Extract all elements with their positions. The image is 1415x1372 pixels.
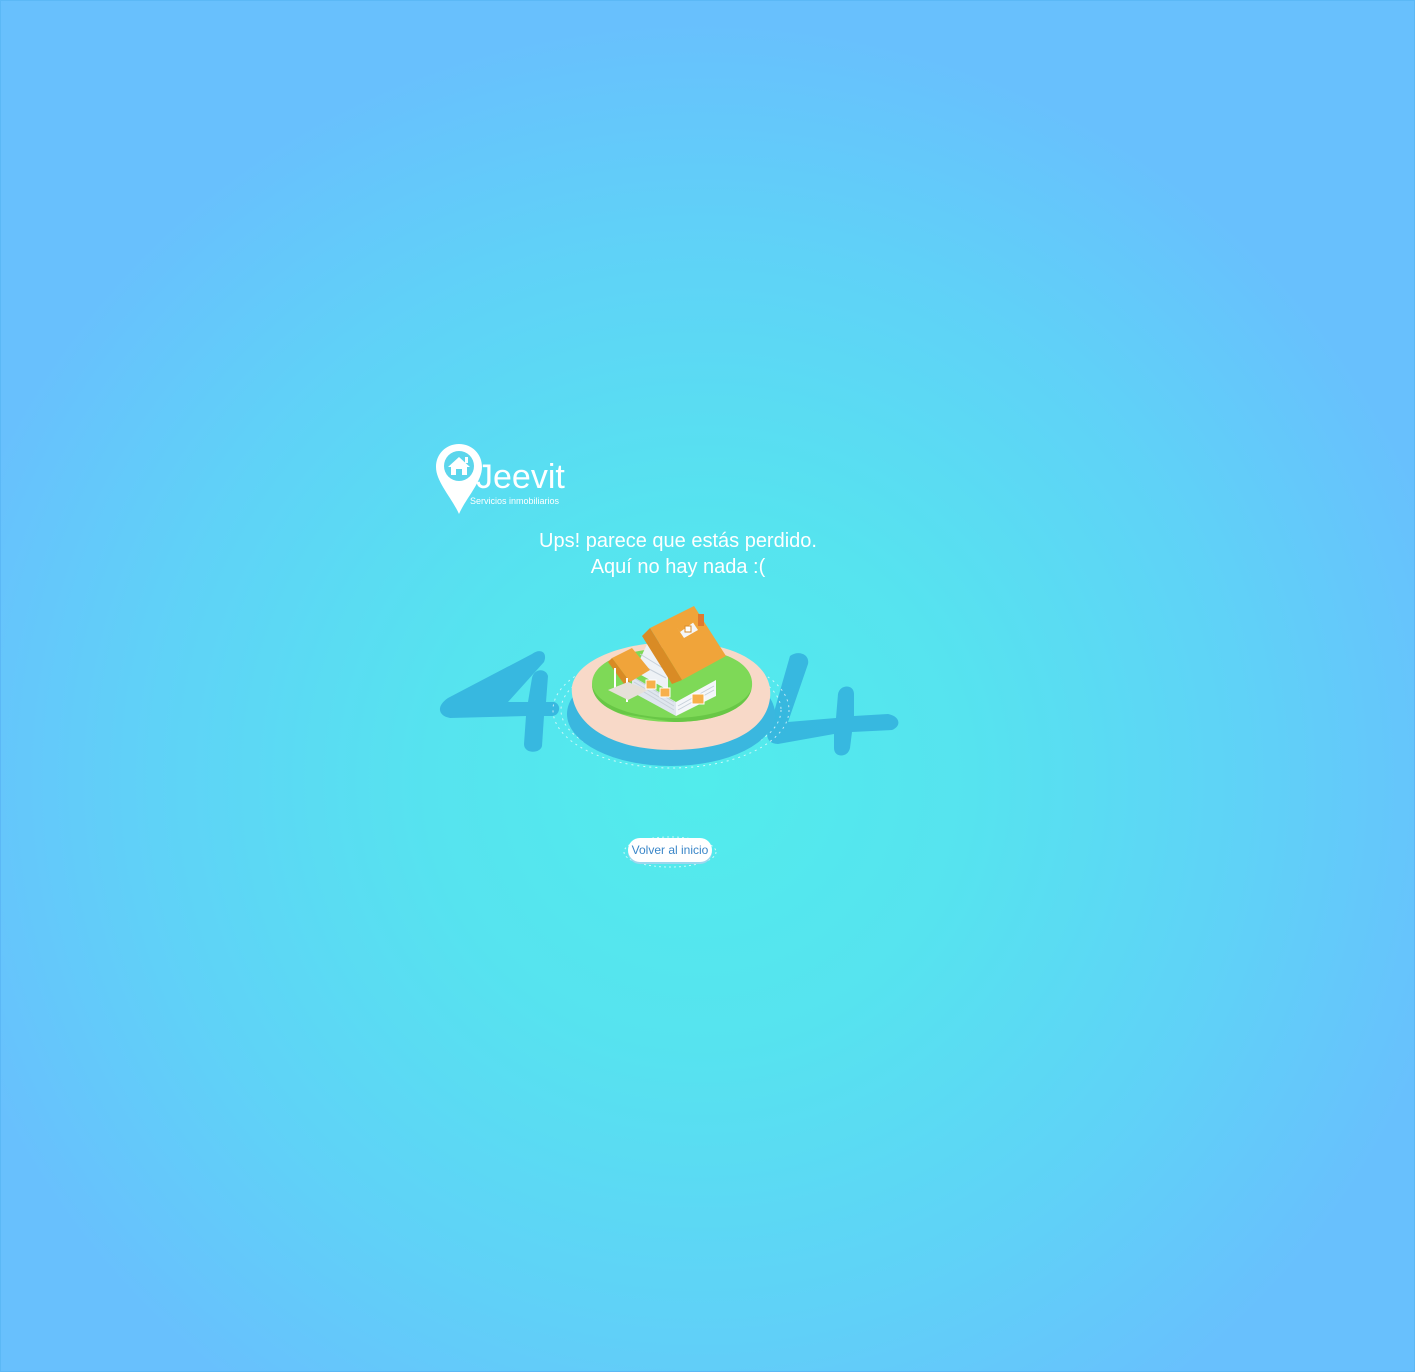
back-home-button[interactable]: Volver al inicio	[628, 838, 712, 862]
error-message: Ups! parece que estás perdido. Aquí no h…	[478, 528, 878, 580]
logo-tagline: Servicios inmobiliarios	[470, 496, 560, 506]
digit-4-right	[767, 653, 899, 756]
back-home-button-wrap: Volver al inicio	[622, 834, 718, 870]
digit-4-left	[439, 651, 560, 752]
logo-brand: Jeevit	[476, 458, 565, 496]
error-message-line-1: Ups! parece que estás perdido.	[539, 530, 817, 552]
logo[interactable]: Jeevit Servicios inmobiliarios	[434, 442, 584, 518]
404-island-illustration	[439, 606, 899, 769]
error-message-line-2: Aquí no hay nada :(	[590, 556, 766, 578]
